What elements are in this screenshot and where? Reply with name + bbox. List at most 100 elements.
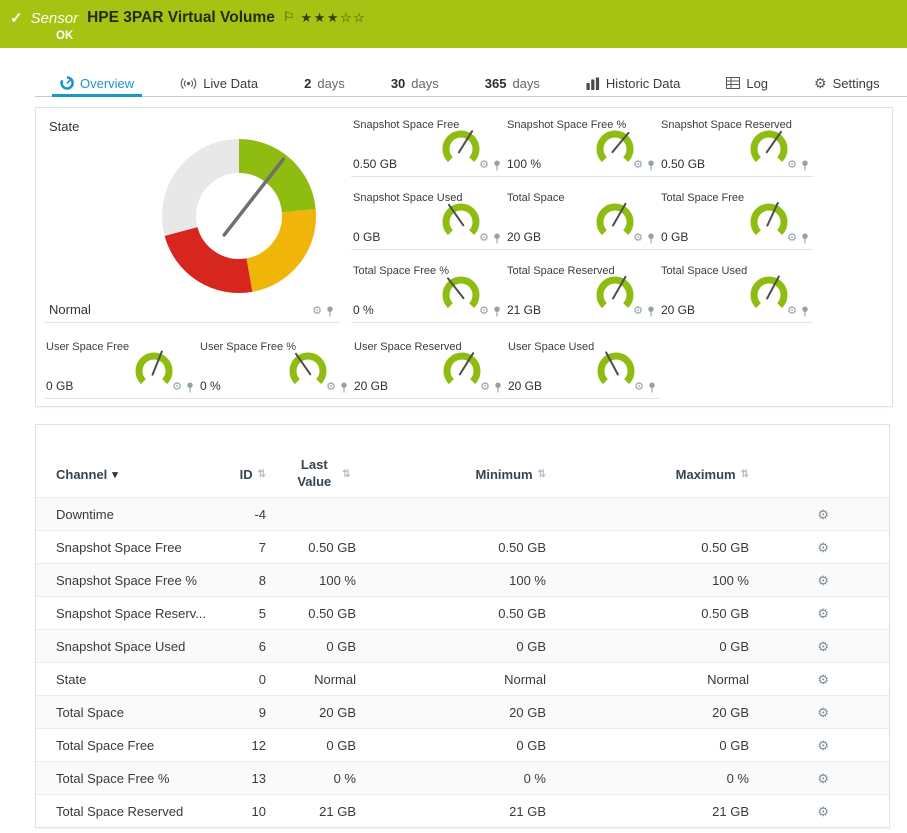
pin-icon[interactable] (801, 306, 809, 317)
cell-last-value: 0 % (266, 771, 376, 786)
gauge-title: Total Space Used (661, 265, 747, 277)
cell-channel[interactable]: Snapshot Space Free (56, 540, 211, 555)
tab-overview[interactable]: Overview (60, 70, 134, 96)
pin-icon[interactable] (801, 233, 809, 244)
pin-icon[interactable] (801, 160, 809, 171)
cell-channel[interactable]: Downtime (56, 507, 211, 522)
channel-settings-icon[interactable]: ⚙ (817, 772, 829, 785)
cell-minimum: 20 GB (376, 705, 546, 720)
cell-minimum: 0.50 GB (376, 606, 546, 621)
cell-channel[interactable]: Snapshot Space Used (56, 639, 211, 654)
table-row-total-space-reserved[interactable]: Total Space Reserved1021 GB21 GB21 GB⚙ (36, 794, 889, 827)
table-row-total-space-free[interactable]: Total Space Free120 GB0 GB0 GB⚙ (36, 728, 889, 761)
gauge-actions: ⚙ (326, 382, 348, 393)
channel-settings-icon[interactable]: ⚙ (817, 805, 829, 818)
table-row-snapshot-space-free[interactable]: Snapshot Space Free %8100 %100 %100 %⚙ (36, 563, 889, 596)
pin-icon[interactable] (493, 233, 501, 244)
tab-number: 30 (391, 76, 405, 91)
pin-icon[interactable] (647, 233, 655, 244)
tab-2-days[interactable]: 2days (304, 70, 345, 96)
table-row-snapshot-space-reserv[interactable]: Snapshot Space Reserv...50.50 GB0.50 GB0… (36, 596, 889, 629)
sensor-status-text: OK (56, 30, 73, 42)
gauge-title: User Space Used (508, 341, 594, 353)
table-row-total-space-free[interactable]: Total Space Free %130 %0 %0 %⚙ (36, 761, 889, 794)
table-row-state[interactable]: State0NormalNormalNormal⚙ (36, 662, 889, 695)
gear-icon[interactable]: ⚙ (633, 160, 643, 171)
pin-icon[interactable] (648, 382, 656, 393)
cell-channel[interactable]: Snapshot Space Reserv... (56, 606, 211, 621)
gear-icon[interactable]: ⚙ (633, 233, 643, 244)
tab-settings[interactable]: ⚙Settings (814, 70, 880, 96)
gauge-title: Total Space Free (661, 192, 744, 204)
pin-icon[interactable] (340, 382, 348, 393)
channel-settings-icon[interactable]: ⚙ (817, 739, 829, 752)
tab-label: Log (746, 76, 768, 91)
tab-historic-data[interactable]: Historic Data (586, 70, 680, 96)
tab-live-data[interactable]: Live Data (180, 70, 258, 96)
gauge-title: Total Space Free % (353, 265, 449, 277)
gear-icon[interactable]: ⚙ (326, 382, 336, 393)
pin-icon[interactable] (647, 306, 655, 317)
column-header-id[interactable]: ID⇅ (211, 467, 266, 482)
gear-icon[interactable]: ⚙ (787, 160, 797, 171)
gauge-title: User Space Free % (200, 341, 296, 353)
cell-minimum: 0 GB (376, 738, 546, 753)
column-header-minimum[interactable]: Minimum⇅ (376, 467, 546, 482)
pin-icon[interactable] (186, 382, 194, 393)
channel-settings-icon[interactable]: ⚙ (817, 508, 829, 521)
gear-icon[interactable]: ⚙ (787, 233, 797, 244)
gear-icon[interactable]: ⚙ (480, 382, 490, 393)
cell-last-value: Normal (266, 672, 376, 687)
cell-channel[interactable]: Total Space Reserved (56, 804, 211, 819)
channel-settings-icon[interactable]: ⚙ (817, 607, 829, 620)
gauge-card-user-space-used: User Space Used20 GB⚙ (506, 337, 660, 399)
cell-id: 9 (211, 705, 266, 720)
table-row-snapshot-space-used[interactable]: Snapshot Space Used60 GB0 GB0 GB⚙ (36, 629, 889, 662)
gauge-title: Total Space (507, 192, 564, 204)
cell-channel[interactable]: Total Space Free % (56, 771, 211, 786)
channel-settings-icon[interactable]: ⚙ (817, 673, 829, 686)
gear-icon[interactable]: ⚙ (479, 306, 489, 317)
cell-channel[interactable]: Total Space (56, 705, 211, 720)
flag-icon[interactable]: ⚐ (283, 9, 295, 25)
table-row-total-space[interactable]: Total Space920 GB20 GB20 GB⚙ (36, 695, 889, 728)
gear-icon[interactable]: ⚙ (172, 382, 182, 393)
pin-icon[interactable] (647, 160, 655, 171)
gear-icon[interactable]: ⚙ (312, 306, 322, 317)
gear-icon[interactable]: ⚙ (787, 306, 797, 317)
pin-icon[interactable] (493, 160, 501, 171)
pin-icon[interactable] (493, 306, 501, 317)
gauge-card-user-space-free: User Space Free %0 %⚙ (198, 337, 352, 399)
channel-settings-icon[interactable]: ⚙ (817, 541, 829, 554)
gear-icon[interactable]: ⚙ (479, 233, 489, 244)
cell-id: 8 (211, 573, 266, 588)
tab-30-days[interactable]: 30days (391, 70, 439, 96)
channel-settings-icon[interactable]: ⚙ (817, 706, 829, 719)
cell-maximum: 0.50 GB (546, 540, 749, 555)
cell-maximum: Normal (546, 672, 749, 687)
column-header-last-value[interactable]: Last Value⇅ (266, 457, 376, 491)
sensor-status-bar: ✓ Sensor HPE 3PAR Virtual Volume ⚐ ★★★☆☆… (0, 0, 907, 48)
tab-number: 365 (485, 76, 507, 91)
gauge-card-total-space-used: Total Space Used20 GB⚙ (659, 261, 813, 323)
cell-channel[interactable]: Snapshot Space Free % (56, 573, 211, 588)
channel-settings-icon[interactable]: ⚙ (817, 574, 829, 587)
tab-log[interactable]: Log (726, 70, 768, 96)
pin-icon[interactable] (494, 382, 502, 393)
cell-id: -4 (211, 507, 266, 522)
cell-channel[interactable]: Total Space Free (56, 738, 211, 753)
column-header-channel[interactable]: Channel▾ (56, 467, 211, 482)
table-row-snapshot-space-free[interactable]: Snapshot Space Free70.50 GB0.50 GB0.50 G… (36, 530, 889, 563)
cell-channel[interactable]: State (56, 672, 211, 687)
gauge-actions: ⚙ (787, 233, 809, 244)
channel-settings-icon[interactable]: ⚙ (817, 640, 829, 653)
pin-icon[interactable] (326, 306, 334, 317)
rating-stars[interactable]: ★★★☆☆ (301, 10, 367, 26)
cell-last-value: 0 GB (266, 639, 376, 654)
tab-365-days[interactable]: 365days (485, 70, 540, 96)
column-header-maximum[interactable]: Maximum⇅ (546, 467, 749, 482)
gear-icon[interactable]: ⚙ (479, 160, 489, 171)
gear-icon[interactable]: ⚙ (633, 306, 643, 317)
table-row-downtime[interactable]: Downtime-4 ⚙ (36, 497, 889, 530)
gear-icon[interactable]: ⚙ (634, 382, 644, 393)
